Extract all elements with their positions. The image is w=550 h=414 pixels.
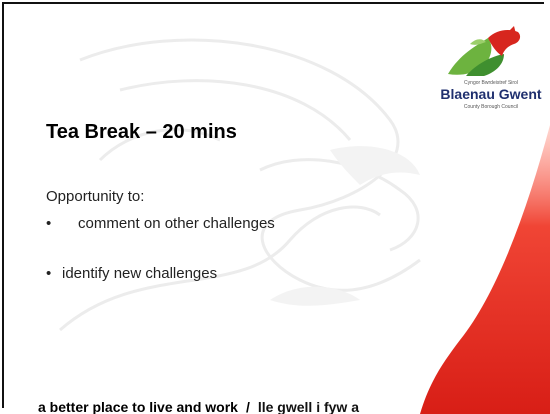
footer-welsh-slogan: lle gwell i fyw a xyxy=(257,399,359,414)
presentation-slide: Cyngor Bwrdeistref Sirol Blaenau Gwent C… xyxy=(0,0,550,414)
bullet-item: • comment on other challenges xyxy=(46,215,275,232)
dragon-logo-icon xyxy=(448,26,521,76)
slide-title: Tea Break – 20 mins xyxy=(46,121,237,143)
footer-english-slogan: a better place to live and work xyxy=(38,399,238,414)
bullet-text: comment on other challenges xyxy=(78,215,275,232)
bullet-marker: • xyxy=(46,265,52,282)
logo-name: Blaenau Gwent xyxy=(440,86,542,102)
bullet-text: identify new challenges xyxy=(62,265,218,282)
footer-separator: / xyxy=(245,399,250,414)
intro-text: Opportunity to: xyxy=(46,188,145,205)
footer-slogan: a better place to live and work / lle gwel… xyxy=(38,399,359,414)
bullet-marker: • xyxy=(46,215,52,232)
logo-english-subtitle: County Borough Council xyxy=(463,104,519,110)
council-logo: Cyngor Bwrdeistref Sirol Blaenau Gwent C… xyxy=(432,24,550,124)
bullet-item: • identify new challenges xyxy=(46,265,217,282)
